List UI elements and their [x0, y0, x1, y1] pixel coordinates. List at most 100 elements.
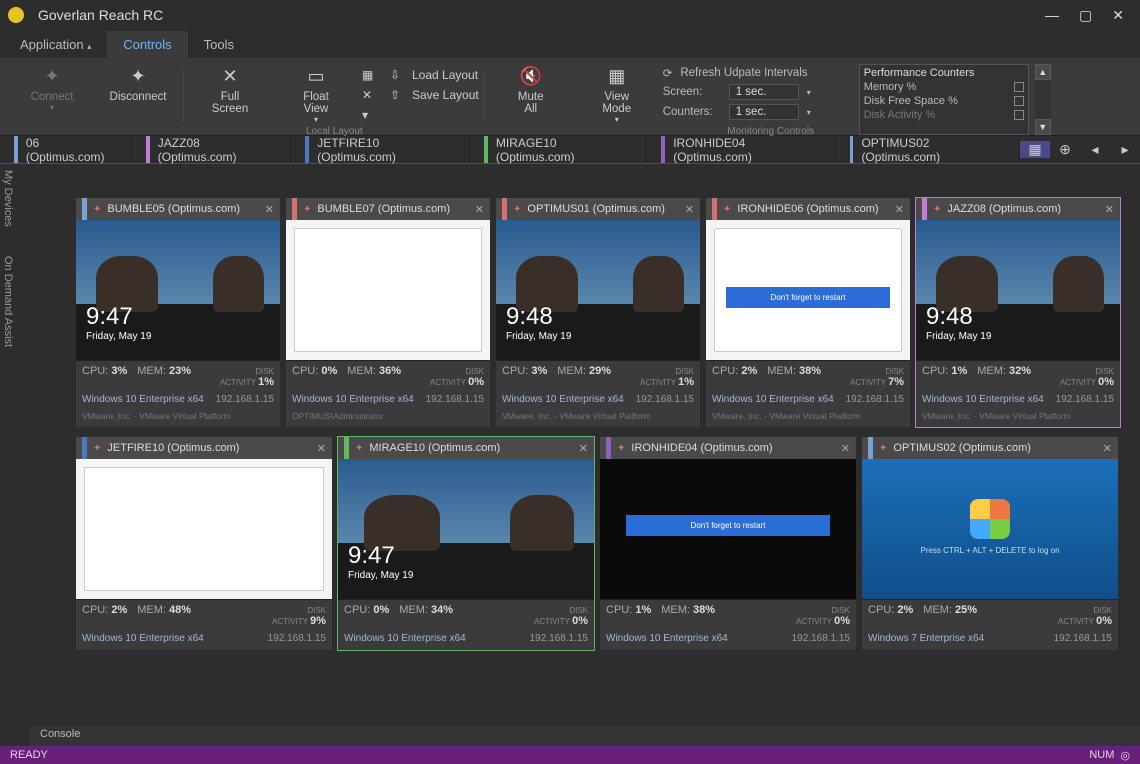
device-icon: ✦: [355, 443, 363, 454]
session-thumbnail[interactable]: ✦ IRONHIDE04 (Optimus.com) ✕ Don't forge…: [600, 437, 856, 650]
floatview-icon: ▭: [307, 66, 324, 87]
app-icon: [8, 7, 24, 23]
disconnect-icon: ✦: [130, 66, 145, 87]
thumbnail-stats: CPU: 2% MEM: 38% DISK ACTIVITY 7%: [706, 360, 910, 392]
close-thumbnail-button[interactable]: ✕: [1103, 442, 1112, 455]
side-tab-my-devices[interactable]: My Devices: [0, 164, 16, 233]
session-tab[interactable]: OPTIMUS02 (Optimus.com): [836, 136, 1020, 163]
menu-tools[interactable]: Tools: [188, 31, 250, 58]
thumbnail-footer: Windows 10 Enterprise x64192.168.1.15: [338, 631, 594, 650]
minimize-button[interactable]: —: [1045, 7, 1059, 24]
load-layout-button[interactable]: ⇩Load Layout: [386, 68, 479, 82]
device-icon: ✦: [723, 204, 731, 215]
connect-icon: ✦: [44, 66, 59, 87]
close-thumbnail-button[interactable]: ✕: [685, 203, 694, 216]
close-button[interactable]: ✕: [1112, 7, 1124, 24]
close-thumbnail-button[interactable]: ✕: [579, 442, 588, 455]
device-icon: ✦: [617, 443, 625, 454]
ribbon: ✦ Connect▾ ✦ Disconnect ✕ Full Screen ▭ …: [0, 58, 1140, 136]
disconnect-button[interactable]: ✦ Disconnect: [98, 64, 178, 126]
thumbnail-title: IRONHIDE06 (Optimus.com): [737, 203, 878, 215]
performance-counters-list[interactable]: Performance Counters Memory % Disk Free …: [859, 64, 1029, 135]
thumbnail-title: BUMBLE05 (Optimus.com): [107, 203, 240, 215]
checkbox-icon: [1014, 96, 1024, 106]
floatview-button[interactable]: ▭ Float View▾: [276, 64, 356, 126]
thumbnail-stats: CPU: 0% MEM: 34% DISK ACTIVITY 0%: [338, 599, 594, 631]
layout-more-button[interactable]: ▾: [362, 108, 380, 122]
load-icon: ⇩: [386, 68, 404, 82]
session-thumbnail[interactable]: ✦ IRONHIDE06 (Optimus.com) ✕ Don't forge…: [706, 198, 910, 427]
connect-button[interactable]: ✦ Connect▾: [12, 64, 92, 126]
thumbnail-stats: CPU: 2% MEM: 48% DISK ACTIVITY 9%: [76, 599, 332, 631]
session-tab[interactable]: JAZZ08 (Optimus.com): [132, 136, 291, 163]
thumbnail-footer: Windows 10 Enterprise x64192.168.1.15: [76, 392, 280, 411]
thumbnail-title: JETFIRE10 (Optimus.com): [107, 442, 239, 454]
status-num: NUM: [1089, 749, 1114, 761]
layout-x-button[interactable]: ✕: [362, 88, 380, 102]
thumbnail-footer: Windows 10 Enterprise x64192.168.1.15: [286, 392, 490, 411]
device-icon: ✦: [93, 204, 101, 215]
close-thumbnail-button[interactable]: ✕: [265, 203, 274, 216]
session-thumbnail[interactable]: ✦ JAZZ08 (Optimus.com) ✕ 9:48Friday, May…: [916, 198, 1120, 427]
thumbnail-stats: CPU: 3% MEM: 23% DISK ACTIVITY 1%: [76, 360, 280, 392]
session-tab[interactable]: JETFIRE10 (Optimus.com): [291, 136, 470, 163]
thumbnail-stats: CPU: 0% MEM: 36% DISK ACTIVITY 0%: [286, 360, 490, 392]
status-ready: READY: [10, 749, 48, 761]
fullscreen-button[interactable]: ✕ Full Screen: [190, 64, 270, 126]
console-panel-header[interactable]: Console: [30, 726, 1140, 746]
thumbnail-title: OPTIMUS01 (Optimus.com): [527, 203, 665, 215]
session-tab[interactable]: IRONHIDE04 (Optimus.com): [647, 136, 835, 163]
session-tab[interactable]: MIRAGE10 (Optimus.com): [470, 136, 647, 163]
thumbnail-footer: Windows 10 Enterprise x64192.168.1.15: [600, 631, 856, 650]
side-tab-on-demand[interactable]: On Demand Assist: [0, 250, 16, 353]
thumbnail-stats: CPU: 3% MEM: 29% DISK ACTIVITY 1%: [496, 360, 700, 392]
screen-interval-label: Screen:: [663, 86, 721, 98]
session-thumbnail[interactable]: ✦ OPTIMUS02 (Optimus.com) ✕ Press CTRL +…: [862, 437, 1118, 650]
close-thumbnail-button[interactable]: ✕: [841, 442, 850, 455]
view-mode-button[interactable]: ▦ View Mode▾: [577, 64, 657, 126]
close-thumbnail-button[interactable]: ✕: [895, 203, 904, 216]
tab-prev-button[interactable]: ◂: [1080, 141, 1110, 158]
session-thumbnail[interactable]: ✦ MIRAGE10 (Optimus.com) ✕ 9:47Friday, M…: [338, 437, 594, 650]
device-icon: ✦: [513, 204, 521, 215]
thumbnail-title: BUMBLE07 (Optimus.com): [317, 203, 450, 215]
device-icon: ✦: [879, 443, 887, 454]
session-thumbnail[interactable]: ✦ OPTIMUS01 (Optimus.com) ✕ 9:48Friday, …: [496, 198, 700, 427]
tab-next-button[interactable]: ▸: [1110, 141, 1140, 158]
device-icon: ✦: [303, 204, 311, 215]
thumbnail-footer: Windows 10 Enterprise x64192.168.1.15: [496, 392, 700, 411]
mute-icon: 🔇: [520, 66, 542, 87]
screen-interval-select[interactable]: 1 sec.: [729, 84, 799, 100]
thumbnail-title: MIRAGE10 (Optimus.com): [369, 442, 500, 454]
scroll-up-icon[interactable]: ▲: [1035, 64, 1051, 80]
save-layout-button[interactable]: ⇧Save Layout: [386, 88, 479, 102]
close-thumbnail-button[interactable]: ✕: [475, 203, 484, 216]
session-thumbnail[interactable]: ✦ BUMBLE05 (Optimus.com) ✕ 9:47Friday, M…: [76, 198, 280, 427]
maximize-button[interactable]: ▢: [1079, 7, 1092, 24]
menu-controls[interactable]: Controls: [107, 31, 187, 58]
thumbnail-footer: Windows 10 Enterprise x64192.168.1.15: [76, 631, 332, 650]
thumbnail-footer: Windows 10 Enterprise x64192.168.1.15: [916, 392, 1120, 411]
layout-tile-button[interactable]: ▦: [362, 68, 380, 82]
add-tab-button[interactable]: ⊕: [1050, 141, 1080, 158]
perf-scrollbar[interactable]: ▲ ▼: [1035, 64, 1051, 135]
session-thumbnail[interactable]: ✦ JETFIRE10 (Optimus.com) ✕ CPU: 2% MEM:…: [76, 437, 332, 650]
grid-view-button[interactable]: ▦: [1020, 141, 1050, 158]
menu-application[interactable]: Application ▴: [4, 31, 107, 58]
thumbnail-header: ✦ JAZZ08 (Optimus.com) ✕: [916, 198, 1120, 220]
session-thumbnail[interactable]: ✦ BUMBLE07 (Optimus.com) ✕ CPU: 0% MEM: …: [286, 198, 490, 427]
thumbnail-title: OPTIMUS02 (Optimus.com): [893, 442, 1031, 454]
save-icon: ⇧: [386, 88, 404, 102]
counters-interval-select[interactable]: 1 sec.: [729, 104, 799, 120]
titlebar: Goverlan Reach RC — ▢ ✕: [0, 0, 1140, 30]
counters-interval-label: Counters:: [663, 106, 721, 118]
device-icon: ✦: [93, 443, 101, 454]
workspace: ✦ BUMBLE05 (Optimus.com) ✕ 9:47Friday, M…: [30, 192, 1140, 726]
thumbnail-header: ✦ BUMBLE07 (Optimus.com) ✕: [286, 198, 490, 220]
close-thumbnail-button[interactable]: ✕: [1105, 203, 1114, 216]
mute-all-button[interactable]: 🔇 Mute All: [491, 64, 571, 126]
session-tab[interactable]: 06 (Optimus.com): [0, 136, 132, 163]
thumbnail-title: JAZZ08 (Optimus.com): [947, 203, 1061, 215]
close-thumbnail-button[interactable]: ✕: [317, 442, 326, 455]
thumbnail-title: IRONHIDE04 (Optimus.com): [631, 442, 772, 454]
